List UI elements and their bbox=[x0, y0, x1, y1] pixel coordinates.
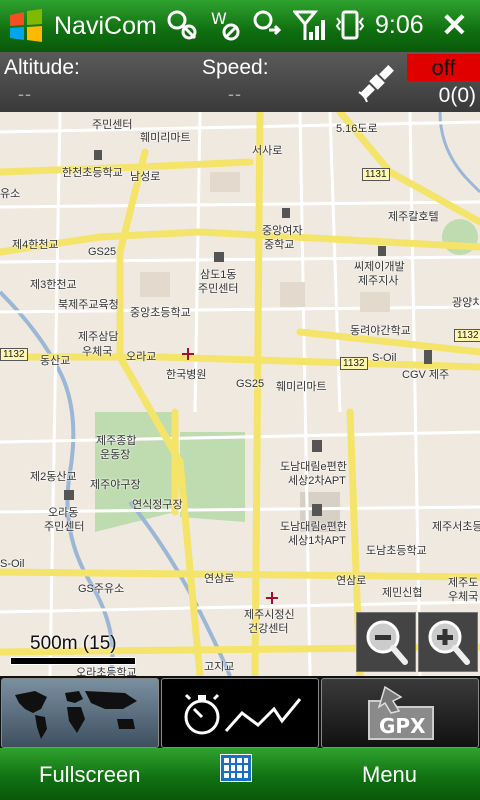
map-place-label: 도남초등학교 bbox=[366, 545, 427, 557]
satellite-count: 0(0) bbox=[438, 84, 476, 107]
map-place-label: 제4한천교 bbox=[12, 239, 59, 251]
map-place-label: 유소 bbox=[0, 188, 21, 200]
app-title: NaviCom bbox=[54, 11, 157, 40]
softkey-bar: Fullscreen Menu bbox=[0, 748, 480, 800]
zoom-in-button[interactable] bbox=[418, 612, 478, 672]
map-place-label: 제민신협 bbox=[382, 587, 423, 599]
svg-text:W: W bbox=[211, 9, 227, 28]
road-number-sign: 1132 bbox=[454, 329, 480, 342]
keyboard-icon[interactable] bbox=[220, 754, 252, 782]
map-place-label: 오라초등학교 bbox=[76, 667, 137, 676]
road-number-sign: 1131 bbox=[362, 168, 390, 181]
status-bar: NaviCom W 9:06 ✕ bbox=[0, 0, 480, 52]
map-place-label: 오라교 bbox=[126, 351, 157, 363]
map-place-label: 고지교 bbox=[204, 661, 235, 673]
signal-strength-icon[interactable] bbox=[293, 8, 325, 42]
map-place-label: 광양치 bbox=[452, 297, 480, 309]
map-place-label: 운동장 bbox=[100, 449, 131, 461]
fullscreen-softkey[interactable]: Fullscreen bbox=[39, 762, 140, 788]
map-place-label: 남성로 bbox=[130, 171, 161, 183]
track-log-button[interactable] bbox=[161, 678, 319, 748]
close-icon[interactable]: ✕ bbox=[441, 6, 468, 44]
map-place-label: 제3한천교 bbox=[30, 279, 77, 291]
map-place-label: 우체국 bbox=[82, 346, 113, 358]
map-place-label: S-Oil bbox=[372, 352, 397, 364]
map-place-label: 훼미리마트 bbox=[276, 381, 327, 393]
map-place-label: 제주서초등 bbox=[432, 521, 480, 533]
map-place-label: 동산교 bbox=[40, 355, 71, 367]
phone-vibrate-icon[interactable] bbox=[335, 8, 365, 42]
map-place-label: GS25 bbox=[236, 378, 265, 390]
map-place-label: 연식정구장 bbox=[132, 499, 183, 511]
map-place-label: 주민센터 bbox=[198, 283, 239, 295]
map-place-label: 중학교 bbox=[264, 239, 295, 251]
road-number-sign: 1132 bbox=[0, 348, 28, 361]
bottom-toolbar: GPX bbox=[0, 676, 480, 748]
altitude-label: Altitude: bbox=[4, 56, 80, 79]
map-place-label: 세상1차APT bbox=[288, 535, 346, 547]
map-place-label: 주민센터 bbox=[92, 119, 133, 131]
clock[interactable]: 9:06 bbox=[375, 11, 424, 40]
map-place-label: 훼미리마트 bbox=[140, 132, 191, 144]
satellite-icon bbox=[355, 60, 399, 109]
menu-softkey[interactable]: Menu bbox=[362, 762, 417, 788]
map-place-label: 한천초등학교 bbox=[62, 167, 123, 179]
map-place-label: 제주삼담 bbox=[78, 331, 119, 343]
speed-value: -- bbox=[228, 84, 242, 104]
map-place-label: S-Oil bbox=[0, 558, 25, 570]
wifi-off-icon[interactable]: W bbox=[209, 8, 241, 42]
gps-status-badge[interactable]: off bbox=[407, 54, 480, 81]
map-place-label: 한국병원 bbox=[166, 369, 207, 381]
map-place-label: 중앙초등학교 bbox=[130, 307, 191, 319]
map-place-label: 제주칼호텔 bbox=[388, 211, 439, 223]
map-place-label: 우체국 bbox=[448, 591, 479, 603]
altitude-value: -- bbox=[18, 84, 32, 104]
map-place-label: 주민센터 bbox=[44, 521, 85, 533]
road-number-sign: 1132 bbox=[340, 357, 368, 370]
map-view[interactable]: 주민센터 훼미리마트 한천초등학교 유소 제4한천교 GS25 제3한천교 북제주교육청 제주삼… bbox=[0, 112, 480, 676]
map-place-label: 제주야구장 bbox=[90, 479, 141, 491]
map-place-label: 제2동산교 bbox=[30, 471, 77, 483]
map-place-label: CGV 제주 bbox=[402, 369, 450, 381]
map-scale-bar bbox=[10, 657, 136, 665]
gpx-export-button[interactable]: GPX bbox=[321, 678, 479, 748]
stopwatch-track-icon bbox=[184, 693, 302, 735]
gps-info-panel: Altitude: -- Speed: -- off 0(0) bbox=[0, 52, 480, 112]
windows-start-icon[interactable] bbox=[4, 4, 48, 48]
connection-off-icon[interactable] bbox=[165, 8, 199, 42]
gpx-label: GPX bbox=[379, 714, 426, 738]
map-place-label: GS주유소 bbox=[78, 583, 125, 595]
map-place-label: 5.16도로 bbox=[336, 123, 378, 135]
map-place-label: 연삼로 bbox=[204, 573, 235, 585]
speed-label: Speed: bbox=[202, 56, 269, 79]
bluetooth-off-icon[interactable] bbox=[251, 8, 283, 42]
world-map-button[interactable] bbox=[1, 678, 159, 748]
map-scale-label: 500m (15) bbox=[30, 633, 117, 654]
map-place-label: 세상2차APT bbox=[288, 475, 346, 487]
map-place-label: GS25 bbox=[88, 246, 117, 258]
gpx-folder-icon: GPX bbox=[368, 685, 434, 740]
zoom-out-button[interactable] bbox=[356, 612, 416, 672]
map-place-label: 동려야간학교 bbox=[350, 325, 411, 337]
map-place-label: 연삼로 bbox=[336, 575, 367, 587]
map-place-label: 제주지사 bbox=[358, 275, 399, 287]
world-map-icon bbox=[15, 691, 137, 739]
map-place-label: 서사로 bbox=[252, 145, 283, 157]
map-place-label: 건강센터 bbox=[248, 623, 289, 635]
map-place-label: 북제주교육청 bbox=[58, 299, 119, 311]
